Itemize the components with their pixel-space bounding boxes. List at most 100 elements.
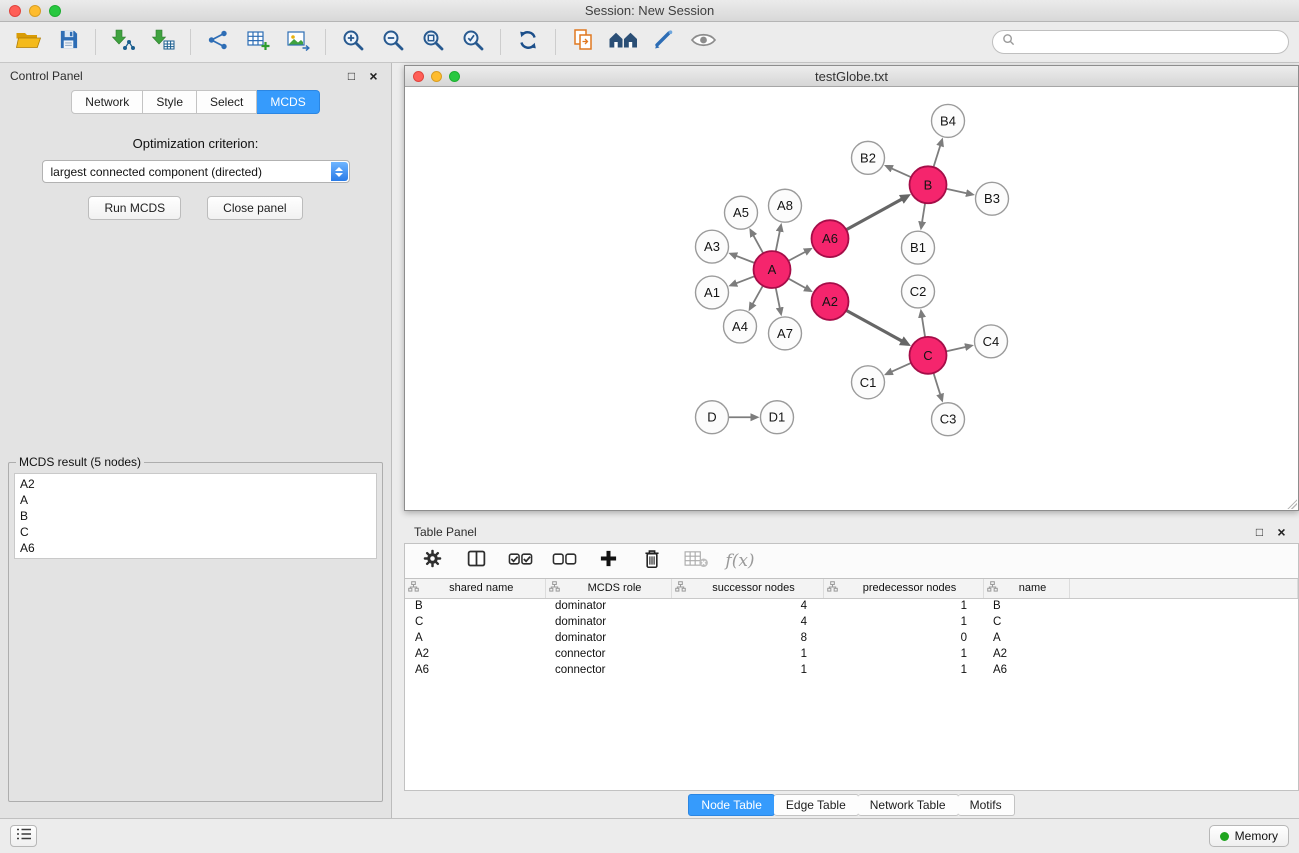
ui-panels-button[interactable]: [10, 825, 37, 847]
network-canvas[interactable]: B4B2BB3A8A5A6A3B1AC2A1A2A4A7C4CC1DD1C3: [405, 87, 1298, 510]
add-column-button[interactable]: [591, 546, 625, 576]
function-builder-button[interactable]: f(x): [723, 546, 757, 576]
zoom-in-button[interactable]: [333, 25, 373, 59]
graph-edge-A-A3[interactable]: [736, 256, 755, 263]
select-all-button[interactable]: [503, 546, 537, 576]
show-graphics-details-button[interactable]: [603, 25, 643, 59]
graph-node-A5[interactable]: A5: [725, 196, 758, 229]
memory-button[interactable]: Memory: [1209, 825, 1289, 847]
refresh-button[interactable]: [508, 25, 548, 59]
graph-node-A2[interactable]: A2: [812, 283, 849, 320]
zoom-out-button[interactable]: [373, 25, 413, 59]
window-resize-handle[interactable]: [1286, 498, 1297, 509]
column-header-successor-nodes[interactable]: successor nodes: [671, 579, 823, 598]
table-row[interactable]: A2connector11A2: [405, 646, 1298, 662]
graph-node-A7[interactable]: A7: [769, 317, 802, 350]
table-row[interactable]: A6connector11A6: [405, 662, 1298, 678]
graph-edge-A-A5[interactable]: [753, 235, 763, 253]
mcds-result-item[interactable]: C: [15, 524, 376, 540]
graph-edge-B-B3[interactable]: [946, 189, 967, 194]
network-close-button[interactable]: [413, 71, 424, 82]
minimize-window-button[interactable]: [29, 5, 41, 17]
graph-edge-A2-C[interactable]: [846, 310, 902, 341]
new-network-button[interactable]: [198, 25, 238, 59]
save-session-button[interactable]: [48, 25, 88, 59]
graph-node-D1[interactable]: D1: [761, 401, 794, 434]
mcds-result-item[interactable]: A6: [15, 540, 376, 556]
search-input[interactable]: [1020, 35, 1279, 49]
graph-node-C1[interactable]: C1: [852, 366, 885, 399]
graph-edge-B-B1[interactable]: [922, 203, 925, 222]
graph-edge-C-C4[interactable]: [946, 347, 966, 351]
node-table-area[interactable]: shared nameMCDS rolesuccessor nodesprede…: [404, 579, 1299, 791]
tab-select[interactable]: Select: [197, 90, 257, 114]
graph-node-B3[interactable]: B3: [976, 182, 1009, 215]
close-window-button[interactable]: [9, 5, 21, 17]
graph-node-B4[interactable]: B4: [932, 104, 965, 137]
import-table-button[interactable]: [143, 25, 183, 59]
first-neighbors-button[interactable]: [563, 25, 603, 59]
mcds-result-item[interactable]: A: [15, 492, 376, 508]
graph-edge-A6-B[interactable]: [846, 199, 902, 230]
graph-edge-C-C3[interactable]: [934, 373, 941, 395]
delete-column-button[interactable]: [679, 546, 713, 576]
tab-edge-table[interactable]: Edge Table: [774, 794, 859, 816]
column-header-predecessor-nodes[interactable]: predecessor nodes: [823, 579, 983, 598]
network-window-titlebar[interactable]: testGlobe.txt: [405, 66, 1298, 87]
tab-mcds[interactable]: MCDS: [257, 90, 319, 114]
tab-network-table[interactable]: Network Table: [858, 794, 959, 816]
graph-node-A1[interactable]: A1: [696, 276, 729, 309]
zoom-fit-button[interactable]: [413, 25, 453, 59]
export-image-button[interactable]: [278, 25, 318, 59]
import-network-button[interactable]: [103, 25, 143, 59]
graph-edge-A-A4[interactable]: [753, 286, 763, 305]
graph-node-A3[interactable]: A3: [696, 230, 729, 263]
new-table-button[interactable]: [238, 25, 278, 59]
mcds-result-list[interactable]: A2ABCA6: [14, 473, 377, 559]
graph-edge-C-C1[interactable]: [891, 363, 911, 372]
graph-node-B2[interactable]: B2: [852, 141, 885, 174]
close-panel-icon[interactable]: ×: [366, 69, 381, 83]
graph-node-B1[interactable]: B1: [902, 231, 935, 264]
graph-edge-A-A6[interactable]: [788, 252, 805, 261]
delete-row-button[interactable]: [635, 546, 669, 576]
criterion-dropdown[interactable]: largest connected component (directed): [42, 160, 350, 183]
graph-edge-A-A2[interactable]: [788, 278, 806, 288]
column-header-shared-name[interactable]: shared name: [405, 579, 545, 598]
float-panel-icon[interactable]: □: [344, 69, 359, 83]
zoom-selected-button[interactable]: [453, 25, 493, 59]
tab-motifs[interactable]: Motifs: [958, 794, 1015, 816]
graph-edge-A-A1[interactable]: [736, 276, 755, 283]
toggle-view-button[interactable]: [683, 25, 723, 59]
table-settings-button[interactable]: [415, 546, 449, 576]
tab-node-table[interactable]: Node Table: [688, 794, 775, 816]
graph-node-C4[interactable]: C4: [975, 325, 1008, 358]
graph-node-D[interactable]: D: [696, 401, 729, 434]
tab-style[interactable]: Style: [143, 90, 197, 114]
graph-edge-B-B4[interactable]: [934, 145, 941, 167]
column-header-MCDS-role[interactable]: MCDS role: [545, 579, 671, 598]
network-zoom-button[interactable]: [449, 71, 460, 82]
graph-edge-A-A8[interactable]: [776, 231, 780, 252]
graph-node-B[interactable]: B: [910, 166, 947, 203]
column-header-name[interactable]: name: [983, 579, 1069, 598]
deselect-all-button[interactable]: [547, 546, 581, 576]
close-table-panel-icon[interactable]: ×: [1274, 525, 1289, 539]
graph-edge-A-A7[interactable]: [776, 288, 780, 309]
table-row[interactable]: Bdominator41B: [405, 598, 1298, 614]
table-row[interactable]: Adominator80A: [405, 630, 1298, 646]
graph-node-C3[interactable]: C3: [932, 403, 965, 436]
graph-node-A4[interactable]: A4: [724, 310, 757, 343]
graph-node-C[interactable]: C: [910, 337, 947, 374]
tab-network[interactable]: Network: [71, 90, 143, 114]
zoom-window-button[interactable]: [49, 5, 61, 17]
annotation-mode-button[interactable]: [643, 25, 683, 59]
graph-edge-B-B2[interactable]: [891, 168, 911, 177]
run-mcds-button[interactable]: Run MCDS: [88, 196, 181, 220]
close-panel-button[interactable]: Close panel: [207, 196, 302, 220]
float-table-panel-icon[interactable]: □: [1252, 525, 1267, 539]
open-session-button[interactable]: [8, 25, 48, 59]
network-minimize-button[interactable]: [431, 71, 442, 82]
graph-node-A[interactable]: A: [754, 251, 791, 288]
graph-edge-C-C2[interactable]: [922, 317, 925, 337]
